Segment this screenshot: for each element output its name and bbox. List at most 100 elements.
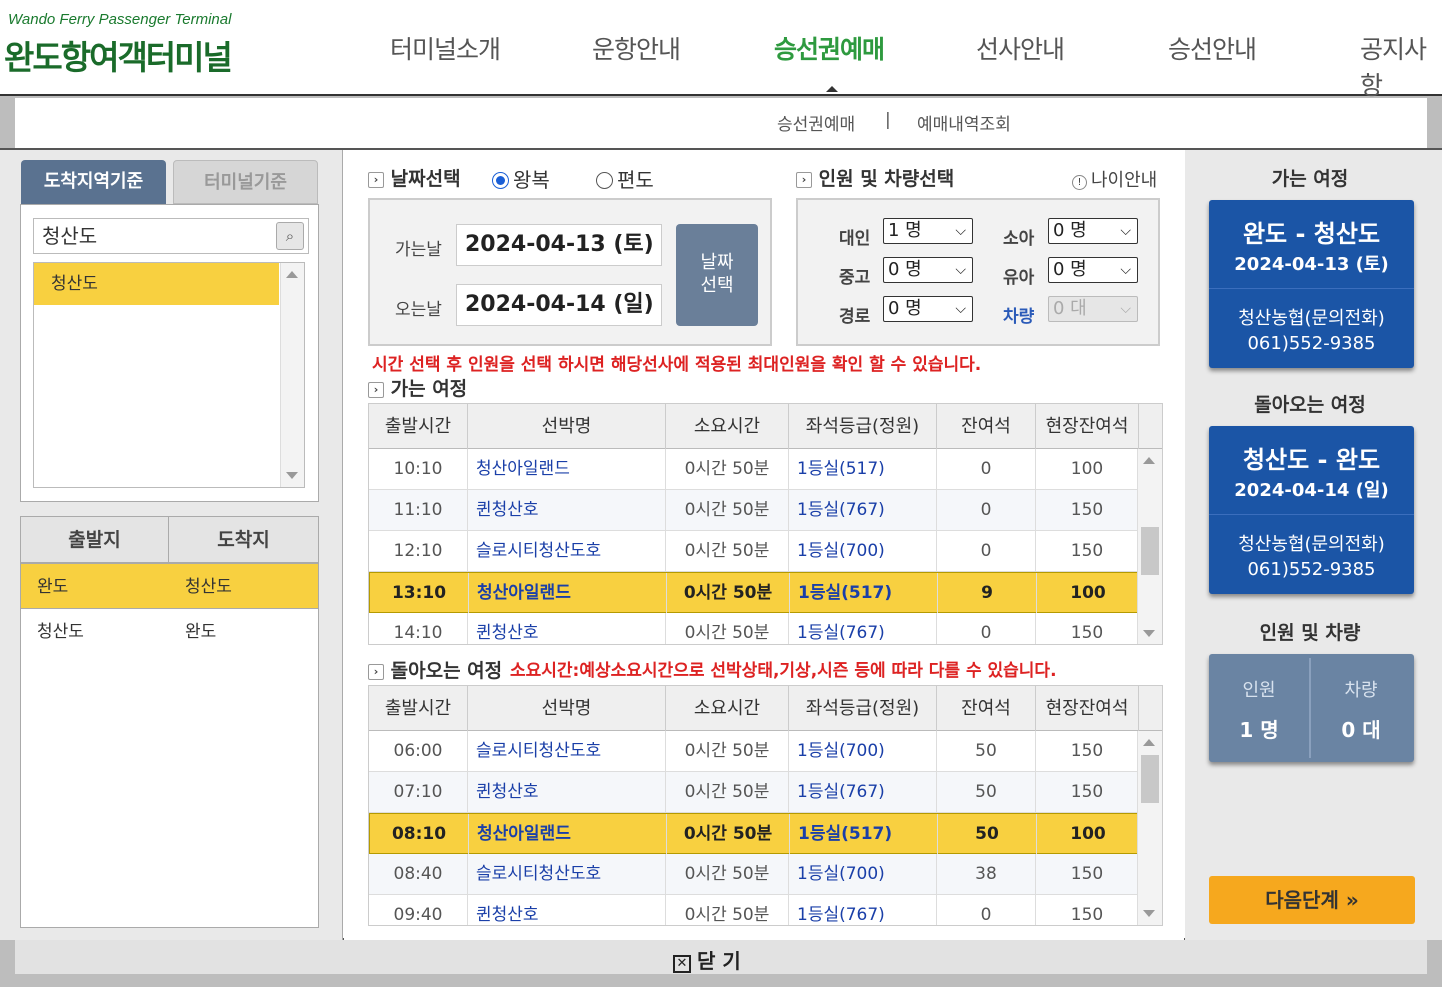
col-ship-name: 선박명 [468, 686, 666, 731]
nav-terminal-intro[interactable]: 터미널소개 [390, 30, 501, 66]
route-table-header: 출발지 도착지 [21, 517, 318, 563]
scroll-down-icon[interactable] [1143, 910, 1155, 917]
outbound-scrollbar[interactable] [1137, 449, 1162, 644]
trip-type-roundtrip[interactable]: 왕복 [492, 164, 550, 193]
nav-boarding-guide[interactable]: 승선안내 [1168, 30, 1257, 66]
cell-ship[interactable]: 슬로시티청산도호 [468, 731, 666, 771]
cell-grade[interactable]: 1등실(767) [789, 490, 937, 530]
cell-time: 12:10 [369, 531, 468, 571]
age-info-link[interactable]: ! 나이안내 [1072, 166, 1157, 192]
close-button[interactable]: ✕ 닫 기 [673, 945, 741, 974]
magnifier-icon[interactable]: ⌕ [276, 222, 304, 250]
pax-summary-card: 인원 1 명 차량 0 대 [1209, 654, 1414, 762]
cell-grade[interactable]: 1등실(767) [789, 895, 937, 925]
cell-left: 0 [937, 449, 1036, 489]
cell-grade[interactable]: 1등실(700) [789, 531, 937, 571]
senior-select[interactable]: 0 명 ⌵ [883, 296, 973, 322]
tab-by-terminal[interactable]: 터미널기준 [173, 160, 318, 204]
cell-grade[interactable]: 1등실(700) [789, 854, 937, 894]
trip-row[interactable]: 06:00 슬로시티청산도호 0시간 50분 1등실(700) 50 150 [369, 731, 1139, 772]
vehicle-label: 차량 [1003, 307, 1035, 327]
cell-grade[interactable]: 1등실(517) [789, 449, 937, 489]
scroll-up-icon[interactable] [1143, 457, 1155, 464]
logo-korean[interactable]: 완도항여객터미널 [4, 31, 233, 79]
trip-row[interactable]: 08:40 슬로시티청산도호 0시간 50분 1등실(700) 38 150 [369, 854, 1139, 895]
col-seat-grade: 좌석등급(정원) [789, 404, 937, 449]
date-select-button[interactable]: 날짜 선택 [676, 224, 758, 326]
scroll-thumb[interactable] [1141, 755, 1159, 803]
trip-row[interactable]: 14:10 퀸청산호 0시간 50분 1등실(767) 0 150 [369, 613, 1139, 644]
destination-item[interactable]: 청산도 [34, 263, 279, 305]
depart-date-input[interactable]: 2024-04-13 (토) [456, 224, 662, 266]
route-row-selected[interactable]: 완도 청산도 [21, 563, 318, 609]
passenger-notice: 시간 선택 후 인원을 선택 하시면 해당선사에 적용된 최대인원을 확인 할 … [372, 355, 982, 375]
cell-grade[interactable]: 1등실(517) [790, 814, 938, 854]
cell-time: 14:10 [369, 613, 468, 644]
scroll-down-icon[interactable] [1143, 630, 1155, 637]
cell-ship[interactable]: 청산아일랜드 [468, 449, 666, 489]
child-select[interactable]: 0 명 ⌵ [1048, 218, 1138, 244]
senior-label: 경로 [839, 307, 871, 327]
scroll-thumb[interactable] [1141, 527, 1159, 575]
destination-search-input[interactable]: 청산도 ⌕ [33, 218, 309, 254]
nav-shipping-company[interactable]: 선사안내 [976, 30, 1065, 66]
trip-row[interactable]: 12:10 슬로시티청산도호 0시간 50분 1등실(700) 0 150 [369, 531, 1139, 572]
trip-type-oneway[interactable]: 편도 [596, 164, 654, 193]
subnav-ticket-booking[interactable]: 승선권예매 [777, 110, 855, 135]
scroll-down-icon[interactable] [286, 472, 298, 479]
trip-row-selected[interactable]: 13:10 청산아일랜드 0시간 50분 1등실(517) 9 100 [369, 572, 1140, 613]
cell-ship[interactable]: 청산아일랜드 [469, 573, 667, 613]
radio-checked-icon[interactable] [492, 172, 509, 189]
trip-row[interactable]: 09:40 퀸청산호 0시간 50분 1등실(767) 0 150 [369, 895, 1139, 925]
cell-ship[interactable]: 청산아일랜드 [469, 814, 667, 854]
cell-ship[interactable]: 슬로시티청산도호 [468, 531, 666, 571]
duration-notice: 소요시간:예상소요시간으로 선박상태,기상,시즌 등에 따라 다를 수 있습니다… [510, 661, 1057, 681]
scroll-up-icon[interactable] [1143, 739, 1155, 746]
next-step-button[interactable]: 다음단계 » [1209, 876, 1415, 924]
nav-ticket-booking[interactable]: 승선권예매 [774, 30, 885, 66]
cell-ship[interactable]: 퀸청산호 [468, 490, 666, 530]
trip-row-selected[interactable]: 08:10 청산아일랜드 0시간 50분 1등실(517) 50 100 [369, 813, 1140, 854]
date-section-title: › 날짜선택 [368, 164, 461, 191]
cell-time: 07:10 [369, 772, 468, 812]
nav-schedule[interactable]: 운항안내 [592, 30, 681, 66]
route-to: 완도 [185, 622, 217, 642]
outbound-route: 완도 - 청산도 [1242, 220, 1381, 248]
nav-notice[interactable]: 공지사항 [1360, 30, 1442, 102]
cell-grade[interactable]: 1등실(767) [789, 772, 937, 812]
card-divider [1309, 658, 1311, 758]
trip-row[interactable]: 10:10 청산아일랜드 0시간 50분 1등실(517) 0 100 [369, 449, 1139, 490]
route-from: 청산도 [37, 622, 84, 642]
cell-site: 100 [1037, 573, 1140, 613]
trip-row[interactable]: 07:10 퀸청산호 0시간 50분 1등실(767) 50 150 [369, 772, 1139, 813]
cell-grade[interactable]: 1등실(517) [790, 573, 938, 613]
return-date-input[interactable]: 2024-04-14 (일) [456, 284, 662, 326]
cell-grade[interactable]: 1등실(700) [789, 731, 937, 771]
cell-ship[interactable]: 슬로시티청산도호 [468, 854, 666, 894]
tab-by-destination[interactable]: 도착지역기준 [21, 160, 166, 204]
vehicle-select[interactable]: 0 대 ⌵ [1048, 296, 1138, 322]
cell-site: 150 [1036, 613, 1139, 644]
inbound-table: 출발시간 선박명 소요시간 좌석등급(정원) 잔여석 현장잔여석 06:00 슬로… [368, 685, 1163, 926]
destination-list-scrollbar[interactable] [280, 263, 304, 487]
chevron-down-icon: ⌵ [955, 301, 966, 317]
booking-modal: 도착지역기준 터미널기준 청산도 ⌕ 청산도 출발지 도착지 완도 청산도 청산… [0, 148, 1442, 940]
chevron-down-icon: ⌵ [955, 262, 966, 278]
cell-ship[interactable]: 퀸청산호 [468, 772, 666, 812]
cell-ship[interactable]: 퀸청산호 [468, 895, 666, 925]
cell-grade[interactable]: 1등실(767) [789, 613, 937, 644]
route-row[interactable]: 청산도 완도 [21, 609, 318, 655]
infant-select[interactable]: 0 명 ⌵ [1048, 257, 1138, 283]
cell-time: 13:10 [370, 573, 469, 613]
logo-english[interactable]: Wando Ferry Passenger Terminal [8, 11, 231, 28]
inbound-scrollbar[interactable] [1137, 731, 1162, 925]
subnav-booking-history[interactable]: 예매내역조회 [917, 110, 1011, 135]
trip-row[interactable]: 11:10 퀸청산호 0시간 50분 1등실(767) 0 150 [369, 490, 1139, 531]
cell-ship[interactable]: 퀸청산호 [468, 613, 666, 644]
radio-unchecked-icon[interactable] [596, 172, 613, 189]
scroll-up-icon[interactable] [286, 271, 298, 278]
cell-site: 150 [1036, 854, 1139, 894]
cell-left: 0 [937, 895, 1036, 925]
youth-select[interactable]: 0 명 ⌵ [883, 257, 973, 283]
adult-select[interactable]: 1 명 ⌵ [883, 218, 973, 244]
